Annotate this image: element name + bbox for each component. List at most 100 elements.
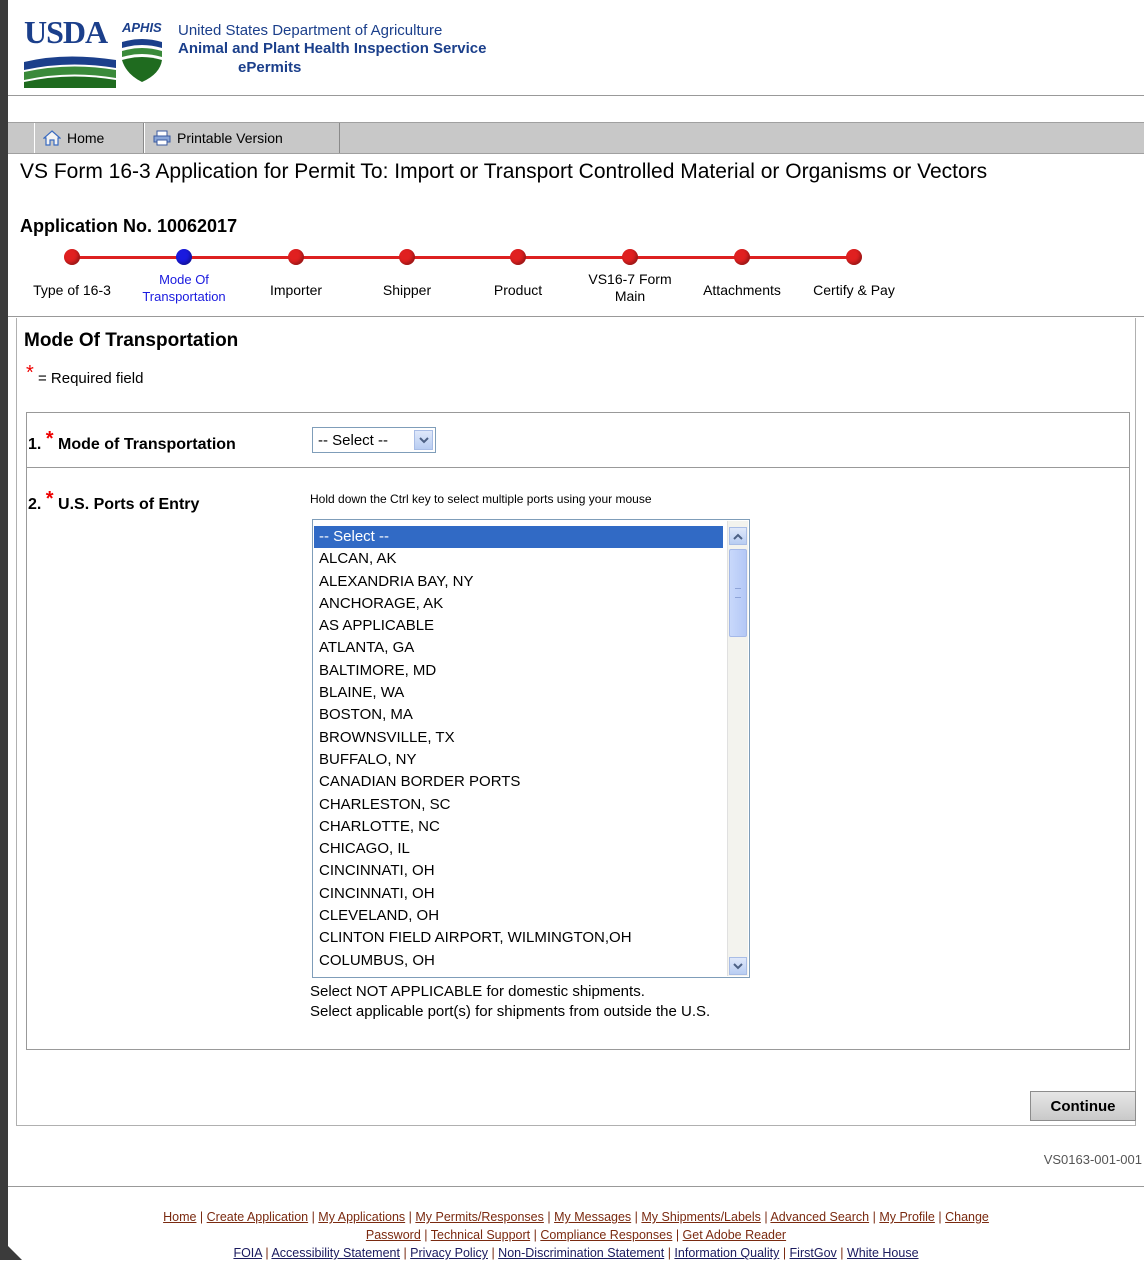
step-label-vs16-7[interactable]: VS16-7 Form Main bbox=[575, 271, 685, 305]
port-option[interactable]: CANADIAN BORDER PORTS bbox=[314, 771, 723, 793]
footer-separator: | bbox=[760, 1210, 771, 1224]
footer-separator: | bbox=[869, 1210, 880, 1224]
port-option[interactable]: BALTIMORE, MD bbox=[314, 660, 723, 682]
port-option[interactable]: CINCINNATI, OH bbox=[314, 860, 723, 882]
step-dot-vs16-7[interactable] bbox=[622, 249, 638, 265]
step-dot-mode[interactable] bbox=[176, 249, 192, 265]
q1-number: 1. bbox=[28, 436, 42, 453]
field-divider bbox=[26, 467, 1130, 468]
port-option[interactable]: AS APPLICABLE bbox=[314, 615, 723, 637]
ports-of-entry-listbox[interactable]: -- Select -- ALCAN, AK ALEXANDRIA BAY, NY A… bbox=[312, 519, 750, 978]
ports-note-foreign: Select applicable port(s) for shipments … bbox=[310, 1003, 711, 1020]
port-option[interactable]: COLUMBUS, OH bbox=[314, 950, 723, 972]
footer-link[interactable]: Create Application bbox=[207, 1210, 308, 1224]
footer-link[interactable]: White House bbox=[847, 1246, 919, 1260]
footer-link[interactable]: My Permits/Responses bbox=[415, 1210, 544, 1224]
footer-link[interactable]: Privacy Policy bbox=[410, 1246, 488, 1260]
footer-link[interactable]: Accessibility Statement bbox=[271, 1246, 400, 1260]
step-label-product[interactable]: Product bbox=[463, 282, 573, 299]
footer-links-line2: Password | Technical Support | Complianc… bbox=[8, 1226, 1144, 1244]
port-option[interactable]: CHARLESTON, SC bbox=[314, 794, 723, 816]
port-option[interactable]: CINCINNATI, OH bbox=[314, 883, 723, 905]
footer-link[interactable]: Change bbox=[945, 1210, 989, 1224]
footer-separator: | bbox=[530, 1228, 541, 1242]
footer-separator: | bbox=[672, 1228, 683, 1242]
usda-swoosh-icon bbox=[24, 56, 116, 88]
scroll-thumb[interactable] bbox=[729, 549, 747, 637]
chevron-up-icon bbox=[733, 533, 743, 540]
aphis-logo-text: APHIS bbox=[122, 20, 162, 35]
mode-of-transportation-select[interactable]: -- Select -- bbox=[312, 427, 436, 453]
chevron-down-icon[interactable] bbox=[414, 430, 433, 450]
port-option[interactable]: BLAINE, WA bbox=[314, 682, 723, 704]
usda-logo[interactable]: USDA bbox=[24, 14, 124, 94]
ports-note: Select NOT APPLICABLE for domestic shipm… bbox=[310, 982, 710, 1022]
footer-link[interactable]: My Applications bbox=[318, 1210, 405, 1224]
footer-links-line3: FOIA | Accessibility Statement | Privacy… bbox=[8, 1244, 1144, 1262]
footer-link[interactable]: Compliance Responses bbox=[540, 1228, 672, 1242]
step-dot-product[interactable] bbox=[510, 249, 526, 265]
footer-separator: | bbox=[420, 1228, 431, 1242]
required-star-icon: * bbox=[45, 428, 54, 450]
port-option[interactable]: ALCAN, AK bbox=[314, 548, 723, 570]
port-option[interactable]: -- Select -- bbox=[314, 526, 723, 549]
step-label-shipper[interactable]: Shipper bbox=[352, 282, 462, 299]
listbox-scrollbar[interactable] bbox=[727, 521, 748, 976]
footer-link[interactable]: Non-Discrimination Statement bbox=[498, 1246, 664, 1260]
port-option[interactable]: BROWNSVILLE, TX bbox=[314, 727, 723, 749]
port-option[interactable]: BOSTON, MA bbox=[314, 704, 723, 726]
port-option[interactable]: CHICAGO, IL bbox=[314, 838, 723, 860]
footer-link[interactable]: My Profile bbox=[879, 1210, 935, 1224]
footer-link[interactable]: Information Quality bbox=[674, 1246, 779, 1260]
home-button[interactable]: Home bbox=[34, 123, 144, 153]
port-option[interactable]: CLEVELAND, OH bbox=[314, 905, 723, 927]
org-name: United States Department of Agriculture … bbox=[178, 22, 578, 78]
footer-separator: | bbox=[196, 1210, 207, 1224]
footer-link[interactable]: Home bbox=[163, 1210, 196, 1224]
step-label-attachments[interactable]: Attachments bbox=[687, 282, 797, 299]
step-label-importer[interactable]: Importer bbox=[241, 282, 351, 299]
progress-stepper: Type of 16-3 Mode Of Transportation Impo… bbox=[8, 246, 1144, 316]
step-dot-shipper[interactable] bbox=[399, 249, 415, 265]
printable-version-button[interactable]: Printable Version bbox=[144, 123, 340, 153]
footer-link[interactable]: Advanced Search bbox=[770, 1210, 869, 1224]
step-label-certify[interactable]: Certify & Pay bbox=[799, 282, 909, 299]
step-dot-importer[interactable] bbox=[288, 249, 304, 265]
port-option[interactable]: BUFFALO, NY bbox=[314, 749, 723, 771]
printable-version-label: Printable Version bbox=[177, 130, 283, 146]
usda-logo-text: USDA bbox=[24, 14, 108, 50]
footer-divider bbox=[8, 1186, 1144, 1187]
aphis-logo[interactable]: APHIS bbox=[120, 20, 170, 82]
step-label-type[interactable]: Type of 16-3 bbox=[17, 282, 127, 299]
application-number: Application No. 10062017 bbox=[20, 216, 238, 236]
step-dot-certify[interactable] bbox=[846, 249, 862, 265]
continue-button[interactable]: Continue bbox=[1030, 1091, 1136, 1121]
port-option[interactable]: ATLANTA, GA bbox=[314, 637, 723, 659]
step-label-mode[interactable]: Mode Of Transportation bbox=[129, 271, 239, 305]
required-note-text: = Required field bbox=[37, 370, 144, 387]
footer-separator: | bbox=[664, 1246, 675, 1260]
scroll-down-button[interactable] bbox=[729, 957, 747, 975]
footer-separator: | bbox=[399, 1246, 411, 1260]
step-dot-attachments[interactable] bbox=[734, 249, 750, 265]
footer-link[interactable]: Password bbox=[366, 1228, 421, 1242]
scroll-up-button[interactable] bbox=[729, 527, 747, 545]
port-option[interactable]: ALEXANDRIA BAY, NY bbox=[314, 571, 723, 593]
footer-link[interactable]: FOIA bbox=[233, 1246, 261, 1260]
ports-of-entry-label: 2. * U.S. Ports of Entry bbox=[28, 488, 200, 515]
section-title: Mode Of Transportation bbox=[24, 330, 239, 351]
footer-links-line1: Home | Create Application | My Applicati… bbox=[8, 1208, 1144, 1226]
step-dot-type[interactable] bbox=[64, 249, 80, 265]
port-option[interactable]: CHARLOTTE, NC bbox=[314, 816, 723, 838]
progress-divider bbox=[8, 316, 1144, 317]
footer-link[interactable]: My Shipments/Labels bbox=[641, 1210, 761, 1224]
footer-link[interactable]: Get Adobe Reader bbox=[683, 1228, 787, 1242]
footer-link[interactable]: My Messages bbox=[554, 1210, 631, 1224]
ports-note-domestic: Select NOT APPLICABLE for domestic shipm… bbox=[310, 983, 645, 1000]
q2-text: U.S. Ports of Entry bbox=[58, 496, 200, 513]
site-header: USDA APHIS United States Department of A… bbox=[8, 0, 1144, 95]
footer-link[interactable]: FirstGov bbox=[790, 1246, 837, 1260]
port-option[interactable]: CLINTON FIELD AIRPORT, WILMINGTON,OH bbox=[314, 927, 723, 949]
footer-link[interactable]: Technical Support bbox=[431, 1228, 530, 1242]
port-option[interactable]: ANCHORAGE, AK bbox=[314, 593, 723, 615]
